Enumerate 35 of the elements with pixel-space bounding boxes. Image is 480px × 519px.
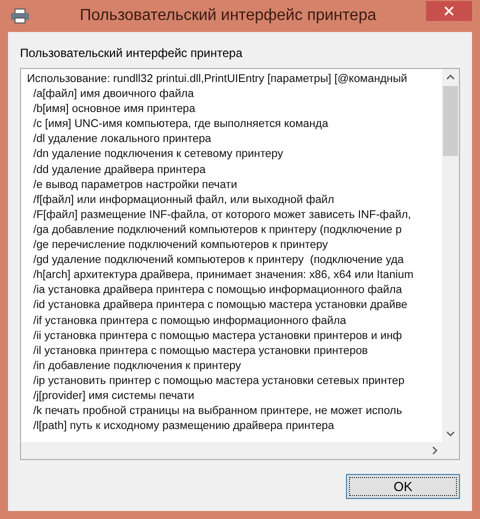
text-line: /gd удаление подключений компьютеров к принтеру (подключение уда [32, 253, 405, 268]
text-line: /dl удаление локального принтера [32, 132, 212, 148]
text-line: Использование: rundll32 printui.dll,PrintUIEntry [параметры] [@командный [27, 72, 408, 87]
text-line: /b[имя] основное имя принтера [32, 102, 196, 118]
text-line: /ia установка драйвера принтера с помощью информационного файла [32, 283, 403, 298]
text-line: /il установка принтера с помощью мастера установки принтеров [32, 344, 369, 359]
text-line: /c [имя] UNC-имя компьютера, где выполняется команда [32, 117, 330, 132]
scroll-right-icon[interactable] [430, 446, 439, 455]
group-label: Пользовательский интерфейс принтера [20, 46, 244, 60]
text-line: /j[provider] имя системы печати [32, 388, 196, 404]
text-line: /e вывод параметров настройки печати [32, 178, 238, 193]
text-line: /F[файл] размещение INF-файла, от которого может зависеть INF-файл, [32, 208, 412, 223]
text-line: /dd удаление драйвера принтера [32, 162, 207, 178]
ok-button[interactable]: OK [346, 474, 460, 499]
text-line: /in добавление подключения к принтеру [32, 358, 242, 374]
text-line: /ip установить принтер с помощью мастера установки сетевых принтер [32, 374, 406, 389]
text-line: /dn удаление подключения к сетевому принтеру [32, 147, 284, 162]
text-line: /ga добавление подключений компьютеров к принтеру (подключение р [32, 222, 403, 238]
printer-icon[interactable] [10, 8, 30, 24]
text-line: /l[path] путь к исходному размещению драйвера принтера [32, 419, 336, 434]
close-icon [444, 6, 454, 16]
text-line: /if установка принтера с помощью информационного файла [32, 314, 348, 328]
window-title: Пользовательский интерфейс принтера [78, 7, 378, 25]
scroll-thumb[interactable] [443, 86, 458, 156]
text-line: /h[arch] архитектура драйвера, принимает значения: x86, x64 или Itanium [32, 268, 414, 284]
scroll-down-icon[interactable] [446, 429, 455, 438]
text-line: /ii установка принтера с помощью мастера установки принтеров и инф [32, 328, 403, 344]
text-line: /f[файл] или информационный файл, или выходной файл [32, 192, 336, 208]
text-line: /id установка драйвера принтера с помощью мастера установки драйве [32, 298, 408, 314]
text-line: /a[файл] имя двоичного файла [32, 87, 195, 102]
text-line: /k печать пробной страницы на выбранном принтере, не может исполь [32, 404, 404, 420]
scroll-up-icon[interactable] [446, 73, 455, 82]
close-button[interactable] [426, 1, 472, 21]
text-line: /ge перечисление подключений компьютеров к принтеру [32, 238, 329, 254]
text-area[interactable] [20, 68, 460, 460]
